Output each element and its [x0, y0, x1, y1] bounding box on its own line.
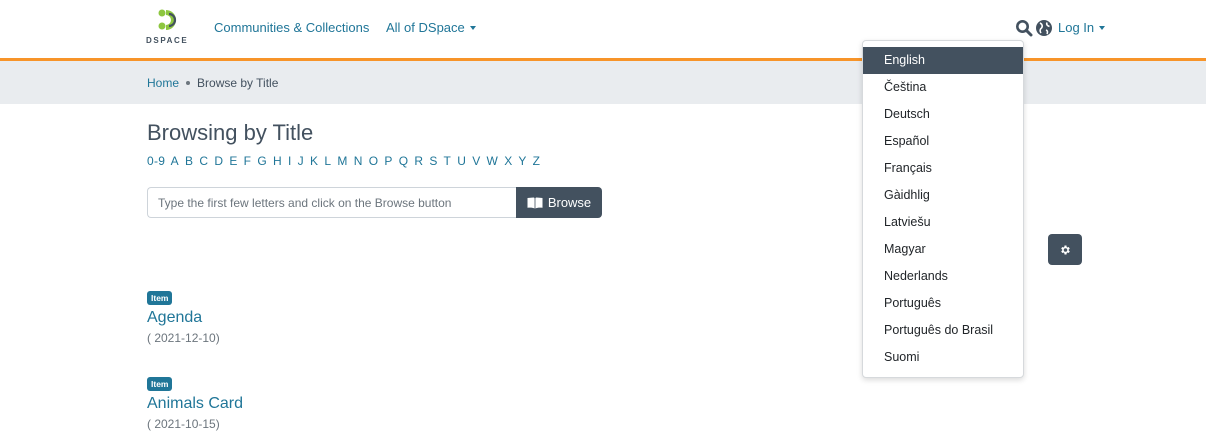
language-option-english[interactable]: English [863, 47, 1023, 74]
alpha-link-f[interactable]: F [244, 154, 252, 168]
book-open-icon [527, 197, 543, 208]
language-option-portugues-brasil[interactable]: Português do Brasil [863, 317, 1023, 344]
alpha-link-i[interactable]: I [288, 154, 292, 168]
login-label: Log In [1058, 20, 1095, 35]
language-option-gaidhlig[interactable]: Gàidhlig [863, 182, 1023, 209]
alpha-link-g[interactable]: G [257, 154, 267, 168]
breadcrumb-current: Browse by Title [197, 76, 279, 90]
dspace-logo[interactable]: DSPACE [146, 8, 196, 48]
alpha-link-r[interactable]: R [414, 154, 423, 168]
alpha-link-o[interactable]: O [369, 154, 379, 168]
globe-icon[interactable] [1035, 19, 1053, 37]
breadcrumb-separator [186, 81, 191, 85]
alpha-link-b[interactable]: B [185, 154, 193, 168]
alpha-link-w[interactable]: W [487, 154, 499, 168]
chevron-down-icon [469, 26, 476, 30]
settings-button[interactable] [1048, 234, 1082, 265]
browse-button[interactable]: Browse [516, 187, 602, 218]
alpha-link-y[interactable]: Y [518, 154, 526, 168]
language-dropdown-menu: English Čeština Deutsch Español Français… [862, 40, 1024, 378]
alpha-link-z[interactable]: Z [533, 154, 541, 168]
language-option-latviesu[interactable]: Latviešu [863, 209, 1023, 236]
item-date: ( 2021-10-15) [147, 417, 220, 431]
language-option-cestina[interactable]: Čeština [863, 74, 1023, 101]
alpha-link-k[interactable]: K [310, 154, 318, 168]
alpha-link-p[interactable]: P [384, 154, 392, 168]
item-title-link[interactable]: Animals Card [147, 395, 243, 413]
item-title-link[interactable]: Agenda [147, 309, 220, 327]
alpha-link-h[interactable]: H [273, 154, 282, 168]
gear-icon [1061, 245, 1070, 254]
alpha-link-j[interactable]: J [298, 154, 304, 168]
alpha-link-s[interactable]: S [429, 154, 437, 168]
site-header: DSPACE Communities & Collections All of … [0, 0, 1206, 58]
login-dropdown[interactable]: Log In [1058, 20, 1106, 35]
list-item: Item Animals Card ( 2021-10-15) [147, 374, 243, 431]
alpha-link-u[interactable]: U [457, 154, 466, 168]
alphabet-nav: 0-9 A B C D E F G H I J K L M N O P Q R … [147, 154, 543, 168]
page-title: Browsing by Title [147, 120, 314, 145]
alpha-link-0-9[interactable]: 0-9 [147, 154, 165, 168]
alpha-link-c[interactable]: C [199, 154, 208, 168]
language-option-suomi[interactable]: Suomi [863, 344, 1023, 371]
breadcrumb-home[interactable]: Home [147, 76, 179, 90]
language-option-nederlands[interactable]: Nederlands [863, 263, 1023, 290]
alpha-link-l[interactable]: L [324, 154, 331, 168]
alpha-link-a[interactable]: A [171, 154, 179, 168]
alpha-link-x[interactable]: X [504, 154, 512, 168]
alpha-link-n[interactable]: N [354, 154, 363, 168]
language-option-espanol[interactable]: Español [863, 128, 1023, 155]
logo-text: DSPACE [146, 36, 189, 45]
alpha-link-v[interactable]: V [472, 154, 480, 168]
nav-all-of-dspace-label: All of DSpace [386, 20, 465, 35]
browse-search-input[interactable] [147, 187, 516, 218]
language-option-magyar[interactable]: Magyar [863, 236, 1023, 263]
alpha-link-q[interactable]: Q [399, 154, 409, 168]
search-icon[interactable] [1015, 19, 1033, 37]
item-badge: Item [147, 377, 173, 391]
chevron-down-icon [1099, 26, 1106, 30]
language-option-francais[interactable]: Français [863, 155, 1023, 182]
nav-communities-collections[interactable]: Communities & Collections [214, 20, 369, 35]
alpha-link-d[interactable]: D [214, 154, 223, 168]
nav-all-of-dspace[interactable]: All of DSpace [386, 20, 476, 35]
item-badge: Item [147, 291, 173, 305]
browse-button-label: Browse [547, 195, 592, 210]
breadcrumb: Home Browse by Title [0, 61, 1206, 104]
alpha-link-m[interactable]: M [337, 154, 347, 168]
item-date: ( 2021-12-10) [147, 331, 220, 345]
language-option-portugues[interactable]: Português [863, 290, 1023, 317]
language-option-deutsch[interactable]: Deutsch [863, 101, 1023, 128]
list-item: Item Agenda ( 2021-12-10) [147, 288, 220, 345]
dspace-logo-icon [158, 9, 177, 30]
alpha-link-t[interactable]: T [444, 154, 452, 168]
alpha-link-e[interactable]: E [229, 154, 237, 168]
